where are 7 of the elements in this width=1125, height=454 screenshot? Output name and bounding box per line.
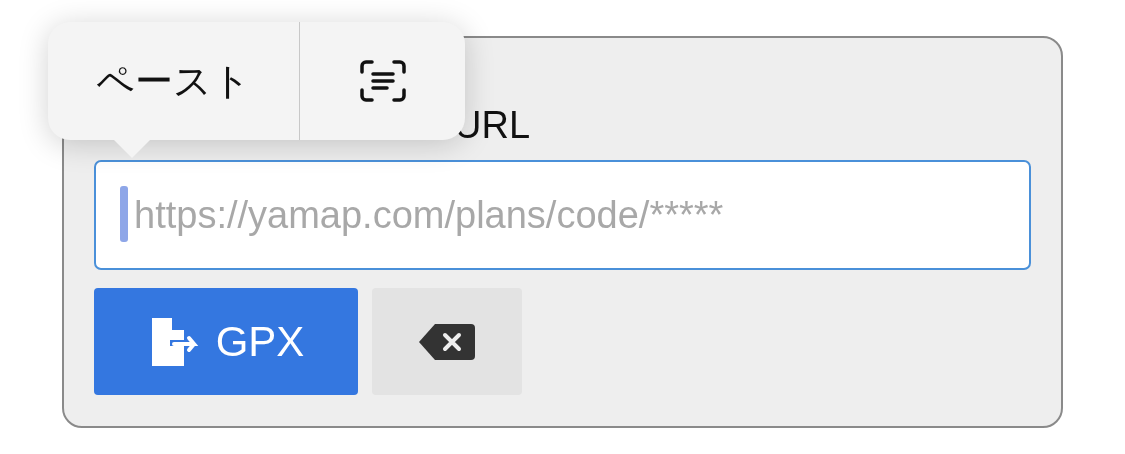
scan-text-icon	[359, 60, 406, 102]
paste-menu-item[interactable]: ペースト	[48, 22, 299, 140]
backspace-icon	[419, 323, 475, 360]
clear-button[interactable]	[372, 288, 522, 395]
url-field[interactable]: https://yamap.com/plans/code/*****	[94, 160, 1031, 270]
text-cursor	[120, 186, 128, 242]
gpx-export-button[interactable]: GPX	[94, 288, 358, 395]
